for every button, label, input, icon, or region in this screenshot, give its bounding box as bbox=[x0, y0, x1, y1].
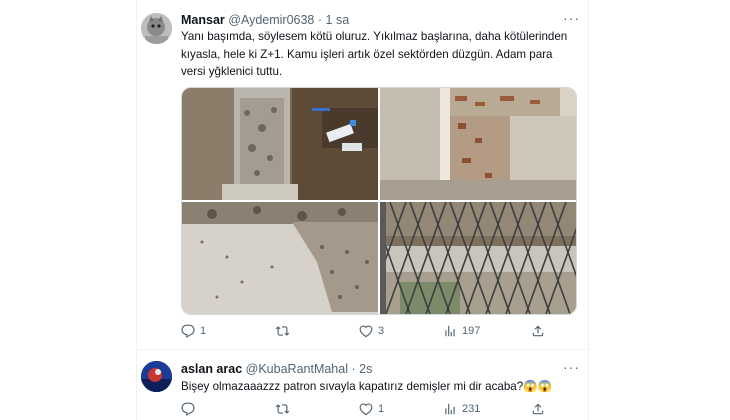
display-name[interactable]: aslan arac bbox=[181, 362, 242, 376]
share-button[interactable] bbox=[531, 402, 545, 416]
avatar[interactable] bbox=[141, 361, 172, 392]
views-icon bbox=[443, 402, 457, 416]
share-button[interactable] bbox=[531, 324, 545, 338]
tweet-text: Yanı başımda, söylesem kötü oluruz. Yıkı… bbox=[181, 30, 568, 78]
timestamp[interactable]: 1 sa bbox=[326, 13, 350, 27]
timeline: Mansar @Aydemir0638 · 1 sa ··· Yanı başı… bbox=[136, 0, 589, 420]
photo-fence-beam[interactable] bbox=[380, 202, 576, 314]
more-icon[interactable]: ··· bbox=[563, 359, 580, 375]
retweet-button[interactable] bbox=[275, 402, 295, 416]
view-count: 197 bbox=[462, 325, 481, 337]
views-button[interactable]: 197 bbox=[443, 324, 480, 338]
tweet-actions: 1 3 197 bbox=[181, 324, 581, 342]
more-icon[interactable]: ··· bbox=[563, 10, 580, 26]
avatar[interactable] bbox=[141, 13, 172, 44]
tweet-text: Bişey olmazaaazzz patron sıvayla kapatır… bbox=[181, 380, 553, 393]
reply-button[interactable]: 1 bbox=[181, 324, 206, 338]
retweet-icon bbox=[275, 324, 290, 338]
media-grid[interactable] bbox=[181, 87, 577, 315]
timestamp[interactable]: 2s bbox=[359, 362, 372, 376]
separator-dot: · bbox=[351, 362, 356, 376]
like-icon bbox=[359, 402, 373, 416]
tweet[interactable]: aslan arac @KubaRantMahal · 2s ··· Bişey… bbox=[137, 350, 588, 420]
display-name[interactable]: Mansar bbox=[181, 13, 225, 27]
retweet-button[interactable] bbox=[275, 324, 295, 338]
like-count: 3 bbox=[378, 325, 385, 337]
view-count: 231 bbox=[462, 403, 481, 415]
views-button[interactable]: 231 bbox=[443, 402, 480, 416]
separator-dot: · bbox=[317, 13, 323, 27]
like-icon bbox=[359, 324, 373, 338]
retweet-icon bbox=[275, 402, 290, 416]
reply-button[interactable] bbox=[181, 402, 200, 416]
tweet-header: Mansar @Aydemir0638 · 1 sa bbox=[181, 13, 349, 27]
reply-icon bbox=[181, 402, 195, 416]
photo-beam-rebar[interactable] bbox=[380, 88, 576, 200]
user-handle[interactable]: @Aydemir0638 bbox=[228, 13, 314, 27]
like-count: 1 bbox=[378, 403, 385, 415]
like-button[interactable]: 1 bbox=[359, 402, 384, 416]
like-button[interactable]: 3 bbox=[359, 324, 384, 338]
share-icon bbox=[531, 324, 545, 338]
tweet-header: aslan arac @KubaRantMahal · 2s bbox=[181, 362, 372, 376]
reply-icon bbox=[181, 324, 195, 338]
user-handle[interactable]: @KubaRantMahal bbox=[246, 362, 348, 376]
share-icon bbox=[531, 402, 545, 416]
views-icon bbox=[443, 324, 457, 338]
reply-count: 1 bbox=[200, 325, 207, 337]
tweet-actions: 1 231 bbox=[181, 402, 581, 420]
photo-column-base[interactable] bbox=[182, 88, 378, 200]
photo-wall-spalling[interactable] bbox=[182, 202, 378, 314]
tweet[interactable]: Mansar @Aydemir0638 · 1 sa ··· Yanı başı… bbox=[137, 0, 588, 350]
